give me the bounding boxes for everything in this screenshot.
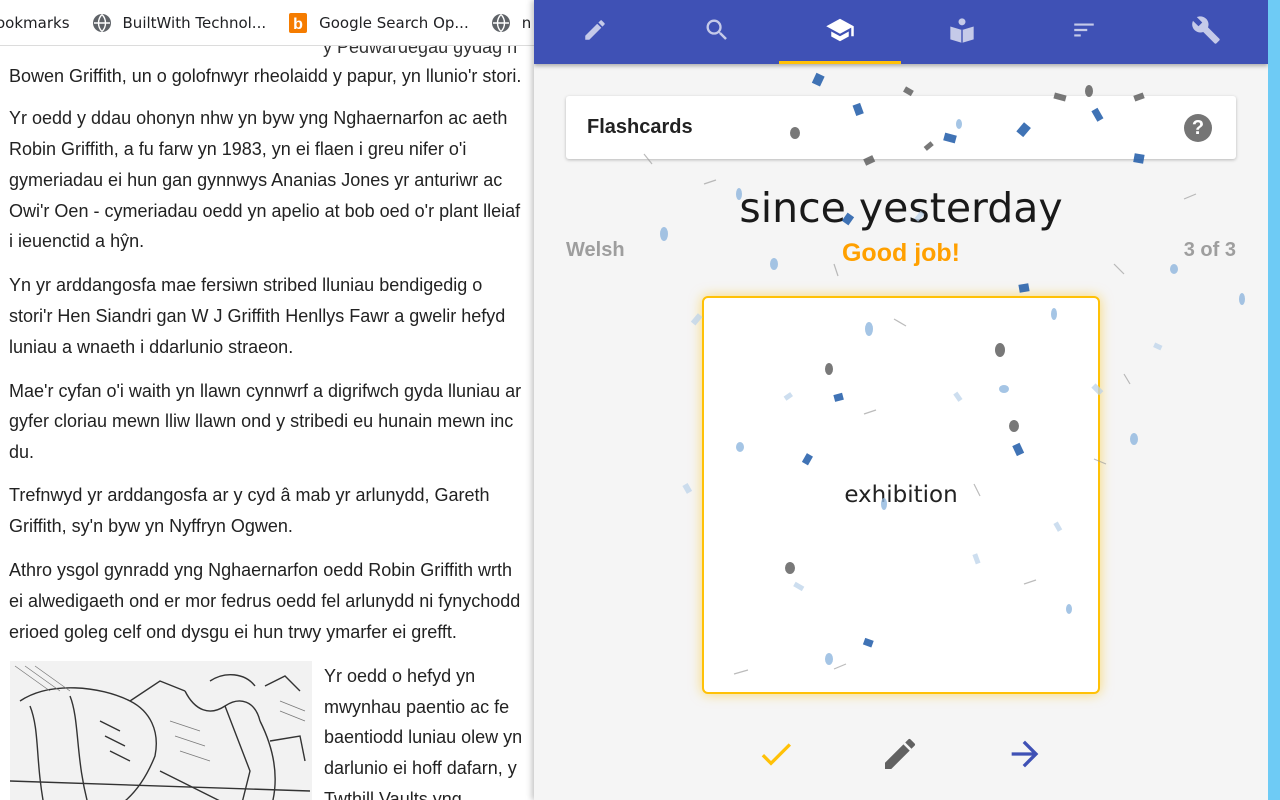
tab-edit[interactable]: [534, 0, 656, 64]
help-icon[interactable]: ?: [1184, 114, 1212, 142]
panel-scrollbar[interactable]: [1268, 0, 1280, 800]
flashcard[interactable]: exhibition: [702, 296, 1100, 694]
article-line: Trefnwyd yr arddangosfa ar y cyd â mab y…: [9, 485, 490, 505]
bookmark-label: n: [521, 13, 532, 32]
article-body: y Pedwardegau gydag h Bowen Griffith, un…: [0, 46, 534, 800]
edit-pencil-icon: [880, 734, 920, 779]
article-line: Yr oedd y ddau ohonyn nhw yn byw yng Ngh…: [9, 108, 508, 128]
article-side-line: mwynhau paentio ac fe: [324, 697, 510, 717]
tab-read[interactable]: [901, 0, 1023, 64]
page-title: Flashcards: [587, 116, 693, 138]
svg-text:b: b: [293, 16, 303, 33]
pencil-icon: [582, 17, 608, 48]
globe-icon: [491, 13, 511, 33]
wrench-icon: [1191, 15, 1221, 50]
bing-b-icon: b: [288, 12, 308, 33]
article-line: i ieuenctid a hŷn.: [9, 231, 145, 251]
article-side-line: Yr oedd o hefyd yn: [324, 666, 476, 686]
bookmark-label: ookmarks: [0, 13, 70, 32]
bookmark-label: Google Search Op...: [319, 13, 469, 32]
cartoon-sketch-image: [10, 661, 312, 800]
article-line: luniau a wnaeth i ddarlunio straeon.: [9, 337, 294, 357]
graduation-cap-icon: [825, 15, 855, 50]
flashcard-answer: exhibition: [844, 482, 958, 508]
panel-toolbar: [534, 0, 1268, 64]
bookmarks-bar: ookmarks BuiltWith Technol... b Google S…: [0, 0, 540, 46]
globe-icon: [92, 13, 112, 33]
article-line: Robin Griffith, a fu farw yn 1983, yn ei…: [9, 139, 467, 159]
edit-card-button[interactable]: [874, 730, 926, 782]
article-line: ei alwedigaeth ond er mor fedrus oedd fe…: [9, 591, 521, 611]
article-side-line: baentiodd luniau olew yn: [324, 727, 523, 747]
tab-sort[interactable]: [1023, 0, 1145, 64]
article-line: Athro ysgol gynradd yng Nghaernarfon oed…: [9, 560, 512, 580]
progress-counter: 3 of 3: [1183, 239, 1236, 261]
bookmark-bookmarks[interactable]: ookmarks: [0, 14, 70, 32]
article-line: stori'r Hen Siandri gan W J Griffith Hen…: [9, 306, 506, 326]
tab-search[interactable]: [656, 0, 778, 64]
sort-icon: [1071, 17, 1097, 48]
article-side-line: Twthill Vaults yng: [324, 789, 462, 800]
article-line: erioed goleg celf ond dysgu ei hun trwy …: [9, 622, 457, 642]
article-side-line: darlunio ei hoff dafarn, y: [324, 758, 517, 778]
article-line: Griffith, sy'n byw yn Nyffryn Ogwen.: [9, 516, 293, 536]
article-line: Mae'r cyfan o'i waith yn llawn cynnwrf a…: [9, 381, 522, 401]
bookmark-truncated[interactable]: n: [491, 13, 532, 33]
book-reader-icon: [948, 16, 976, 49]
arrow-right-icon: [1005, 734, 1045, 779]
article-line: gymeriadau ei hun gan gynnwys Ananias Jo…: [9, 170, 503, 190]
next-card-button[interactable]: [999, 730, 1051, 782]
tab-learn[interactable]: [779, 0, 901, 64]
article-line: du.: [9, 442, 35, 462]
bookmark-google-search[interactable]: b Google Search Op...: [288, 12, 469, 33]
article-line: Bowen Griffith, un o golofnwyr rheolaidd…: [9, 66, 522, 86]
article-line: Yn yr arddangosfa mae fersiwn stribed ll…: [9, 275, 483, 295]
article-line: Owi'r Oen - cymeriadau oedd yn apelio at…: [9, 201, 521, 221]
article-line: gyfer cloriau mewn lliw llawn ond y stri…: [9, 411, 514, 431]
tab-settings[interactable]: [1145, 0, 1267, 64]
feedback-message: Good job!: [841, 239, 961, 267]
bookmark-label: BuiltWith Technol...: [122, 13, 267, 32]
mark-correct-button[interactable]: [750, 730, 802, 782]
flashcards-header-card: Flashcards ?: [566, 96, 1236, 159]
search-icon: [703, 16, 731, 49]
flashcards-panel: Flashcards ? since yesterday Welsh Good …: [534, 0, 1268, 800]
bookmark-builtwith[interactable]: BuiltWith Technol...: [92, 13, 267, 33]
flashcard-term: since yesterday: [739, 184, 1063, 232]
check-icon: [756, 734, 796, 779]
